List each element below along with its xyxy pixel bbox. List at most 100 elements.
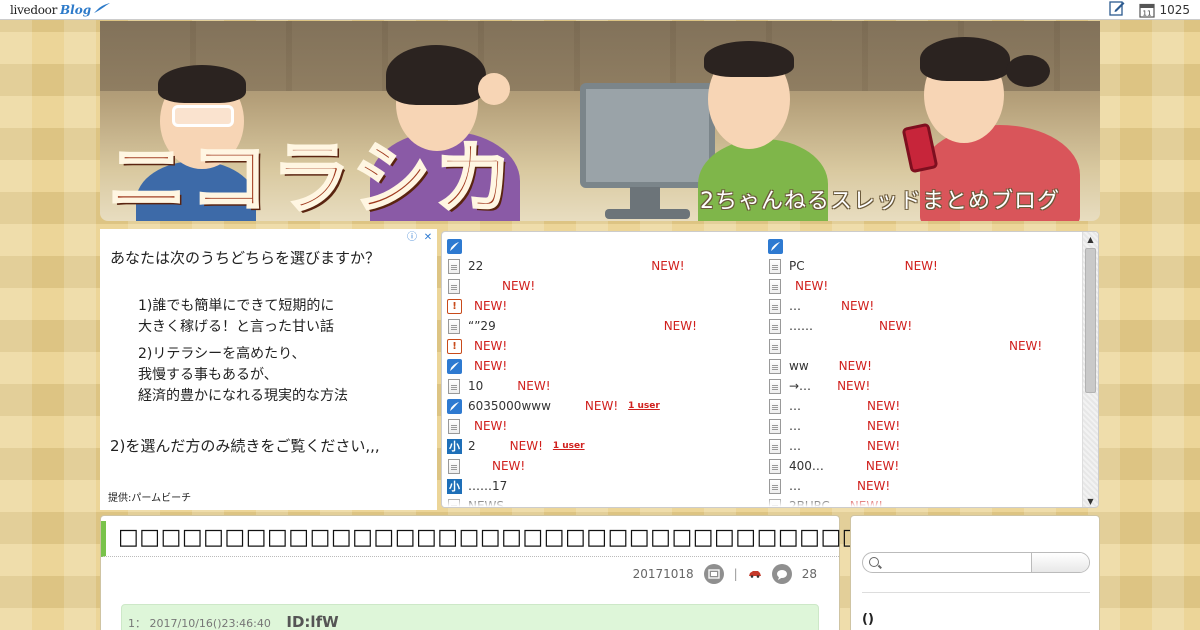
new-badge: NEW! — [509, 439, 543, 453]
link-item[interactable]: …… NEW! — [768, 316, 1078, 336]
advertisement-banner[interactable]: ⓘ ✕ あなたは次のうちどちらを選びますか？ 1)誰でも簡単にできて短期的に 大… — [100, 229, 437, 510]
link-title: … — [789, 399, 801, 413]
ad-close-icon[interactable]: ✕ — [421, 231, 435, 245]
link-item[interactable]: NEW! — [447, 416, 763, 436]
blog-subtitle: 2ちゃんねるスレッドまとめブログ — [700, 189, 1060, 214]
link-item[interactable] — [447, 236, 763, 256]
new-badge: NEW! — [841, 299, 875, 313]
calendar-widget[interactable]: 11 1025 — [1139, 2, 1190, 18]
search-icon — [869, 557, 879, 567]
link-item[interactable]: 400… NEW! — [768, 456, 1078, 476]
new-badge: NEW! — [651, 259, 685, 273]
document-icon — [448, 258, 460, 274]
search-input[interactable] — [863, 553, 1031, 572]
link-title: ww — [789, 359, 809, 373]
link-item[interactable]: NEW! — [768, 336, 1078, 356]
link-item[interactable]: →… NEW! — [768, 376, 1078, 396]
illustration-monitor-base — [605, 209, 690, 219]
feather-icon — [447, 238, 462, 254]
document-icon — [769, 478, 781, 494]
calendar-icon: 11 — [1139, 3, 1156, 18]
res-datetime: 2017/10/16()23:46:40 — [149, 617, 271, 630]
feather-icon — [447, 398, 462, 414]
link-item[interactable] — [768, 236, 1078, 256]
link-item[interactable]: ww NEW! — [768, 356, 1078, 376]
document-icon — [769, 278, 781, 294]
link-item[interactable]: … NEW! — [768, 296, 1078, 316]
link-item[interactable]: NEW! — [447, 356, 763, 376]
link-title: PC — [789, 259, 805, 273]
link-item[interactable]: NEW! — [447, 456, 763, 476]
link-item[interactable]: 22 NEW! — [447, 256, 763, 276]
link-title: →… — [789, 379, 812, 393]
link-item[interactable]: NEW! — [768, 276, 1078, 296]
ad-sponsor: 提供:パームビーチ — [108, 493, 192, 504]
comment-icon[interactable] — [771, 564, 792, 584]
search-form — [862, 552, 1090, 573]
ad-option2-line1: 2)リテラシーを高めたり、 — [138, 346, 306, 362]
new-badge: NEW! — [474, 339, 508, 353]
article-card: □□□□□□□□□□□□□□□□□□□□□□□□□□□□□□□□□□□□wwww… — [100, 515, 1087, 630]
res-number: 1： — [128, 617, 146, 630]
ad-cta: 2)を選んだ方のみ続きをご覧ください,,, — [110, 437, 380, 455]
link-item[interactable]: … NEW! — [768, 416, 1078, 436]
blog-header-banner[interactable]: ニコラシカ 2ちゃんねるスレッドまとめブログ — [100, 21, 1100, 221]
sidebar-heading: () — [862, 612, 874, 627]
document-icon — [448, 458, 460, 474]
document-icon — [769, 458, 781, 474]
link-title: … — [789, 439, 801, 453]
link-title: … — [789, 479, 801, 493]
scroll-down-icon[interactable]: ▼ — [1085, 496, 1096, 507]
article-title-bar: □□□□□□□□□□□□□□□□□□□□□□□□□□□□□□□□□□□□wwww… — [101, 521, 1087, 557]
document-icon — [448, 318, 460, 334]
comment-count[interactable]: 28 — [802, 567, 817, 581]
links-column-right: PC NEW! NEW!… NEW!…… NEW! NEW! ww NEW! →… NEW!… NE… — [768, 236, 1078, 507]
new-badge: NEW! — [904, 259, 938, 273]
blog-title-logo[interactable]: ニコラシカ — [106, 138, 516, 221]
search-button[interactable] — [1031, 553, 1089, 572]
link-item[interactable]: ! NEW! — [447, 296, 763, 316]
user-count-link[interactable]: 1 user — [553, 441, 585, 451]
new-badge: NEW! — [837, 379, 871, 393]
document-icon — [448, 418, 460, 434]
document-icon — [769, 418, 781, 434]
article-date: 20171018 — [632, 567, 694, 581]
link-item[interactable]: “”29 NEW! — [447, 316, 763, 336]
sidebar-divider — [862, 592, 1090, 593]
link-title: 22 — [468, 259, 484, 273]
ad-info-icon[interactable]: ⓘ — [405, 231, 419, 245]
links-scrollbar[interactable]: ▲ ▼ — [1082, 232, 1098, 507]
link-item[interactable]: … NEW! — [768, 436, 1078, 456]
blog-logo[interactable]: Blog — [60, 3, 91, 17]
link-item[interactable]: … NEW! — [768, 396, 1078, 416]
category-icon[interactable] — [703, 564, 724, 584]
link-item[interactable]: 小 2 NEW! 1 user — [447, 436, 763, 456]
document-icon — [769, 258, 781, 274]
link-item[interactable]: ! NEW! — [447, 336, 763, 356]
document-icon — [769, 298, 781, 314]
link-item[interactable]: NEW! — [447, 276, 763, 296]
ad-question: あなたは次のうちどちらを選びますか？ — [110, 249, 381, 267]
calendar-day: 11 — [1143, 9, 1152, 17]
response-box: 1： 2017/10/16()23:46:40 ID:lfW — [121, 604, 819, 630]
link-item[interactable]: 6035000www NEW! 1 user — [447, 396, 763, 416]
calendar-label: 1025 — [1159, 2, 1190, 17]
user-count-link[interactable]: 1 user — [628, 401, 660, 411]
link-item[interactable]: PC NEW! — [768, 256, 1078, 276]
link-item[interactable]: 10 NEW! — [447, 376, 763, 396]
res-id: ID:lfW — [286, 613, 339, 630]
link-title: … — [789, 419, 801, 433]
document-icon — [769, 338, 781, 354]
link-title: … — [789, 299, 801, 313]
livedoor-logo[interactable]: livedoor — [10, 3, 57, 17]
ad-option1-line2: 大きく稼げる！と言った甘い話 — [138, 319, 334, 335]
scroll-thumb[interactable] — [1085, 248, 1096, 393]
scroll-up-icon[interactable]: ▲ — [1085, 234, 1096, 245]
link-title: 400… — [789, 459, 824, 473]
new-badge: NEW! — [517, 379, 551, 393]
edit-icon[interactable] — [1109, 0, 1125, 19]
link-item[interactable]: 小 ……17 — [447, 476, 763, 496]
document-icon — [769, 398, 781, 414]
link-title: 2 — [468, 439, 476, 453]
link-item[interactable]: … NEW! — [768, 476, 1078, 496]
